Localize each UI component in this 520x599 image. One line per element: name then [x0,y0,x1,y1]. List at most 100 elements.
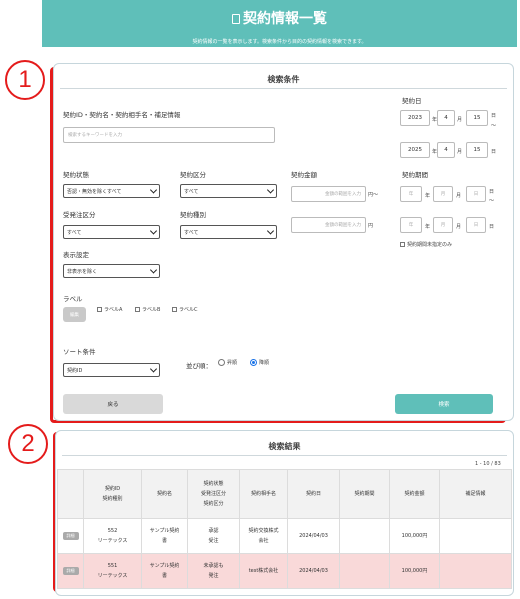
label-checkbox-a[interactable]: ラベルA [97,306,122,313]
status-label: 契約状態 [63,171,89,179]
label-edit-button[interactable]: 編集 [63,307,86,322]
cell-note [439,553,512,589]
contract-kind-select[interactable]: すべて [180,225,277,239]
amount-unit: 円〜 [368,192,379,198]
day-unit: 日 [489,224,495,230]
order-type-label: 受発注区分 [63,211,96,219]
detail-button[interactable]: 詳細 [62,567,79,575]
cell-partner: 契約交換株式 会社 [239,518,288,554]
sort-select[interactable]: 契約ID [63,363,160,377]
divider [62,455,507,456]
status-select[interactable]: 否認・無効を除くすべて [63,184,160,198]
callout-marker-2: 2 [8,424,48,464]
day-unit: 日 [491,149,497,155]
table-row[interactable]: 詳細 551 リーテックス サンプル契約書 未承認も 発注 test株式会社 202… [57,553,512,589]
month-unit: 月 [457,117,463,123]
header-name: 契約名 [141,469,188,519]
cell-status: 承認 受注 [187,518,240,554]
cell-date: 2024/04/03 [287,553,340,589]
cell-id: 552 リーテックス [83,518,142,554]
contract-date-to-year[interactable]: 2025 [400,142,430,158]
display-select[interactable]: 非表示を除く [63,264,160,278]
contract-date-from-day[interactable]: 15 [466,110,488,126]
order-type-select[interactable]: すべて [63,225,160,239]
search-button[interactable]: 検索 [395,394,493,414]
header-note: 補足情報 [439,469,512,519]
day-unit: 日 [491,113,497,119]
chevron-down-icon [266,186,275,194]
sort-label: ソート条件 [63,348,96,356]
period-from-year[interactable]: 年 [400,186,422,202]
period-to-day[interactable]: 日 [466,217,486,233]
category-select[interactable]: すべて [180,184,277,198]
results-table: 契約ID 契約種別 契約名 契約状態 受発注区分 契約区分 契約相手名 契約日 契約期… [57,469,512,589]
document-icon [232,14,240,24]
divider [60,88,507,89]
year-unit: 年 [425,193,431,199]
category-label: 契約区分 [180,171,206,179]
table-header-row: 契約ID 契約種別 契約名 契約状態 受発注区分 契約区分 契約相手名 契約日 契約期… [57,469,512,519]
checkbox-icon [97,307,102,312]
chevron-down-icon [149,186,158,194]
page-title: 契約情報一覧 [42,8,517,28]
sort-order-label: 並び順： [186,362,212,370]
radio-icon [218,359,225,366]
month-unit: 月 [456,224,462,230]
checkbox-icon [400,242,405,247]
range-tilde: 〜 [491,123,497,129]
callout-marker-1: 1 [5,60,45,100]
back-button[interactable]: 戻る [63,394,163,414]
header-partner: 契約相手名 [239,469,288,519]
keyword-input[interactable]: 検索するキーワードを入力 [63,127,275,143]
cell-date: 2024/04/03 [287,518,340,554]
period-to-month[interactable]: 月 [433,217,453,233]
keyword-label: 契約ID・契約名・契約相手名・補足情報 [63,111,181,119]
sort-asc-radio[interactable]: 昇順 [218,359,237,366]
radio-selected-icon [250,359,257,366]
header-detail [57,469,84,519]
detail-button[interactable]: 詳細 [62,532,79,540]
header-status: 契約状態 受発注区分 契約区分 [187,469,240,519]
contract-date-from-month[interactable]: 4 [437,110,455,126]
contract-date-to-day[interactable]: 15 [466,142,488,158]
period-to-year[interactable]: 年 [400,217,422,233]
amount-unit: 円 [368,223,374,229]
display-label: 表示設定 [63,251,89,259]
cell-name: サンプル契約書 [141,553,188,589]
day-unit: 日 [489,189,495,195]
month-unit: 月 [457,149,463,155]
amount-label: 契約金額 [291,171,317,179]
amount-to-input[interactable]: 金額の範囲を入力 [291,217,366,233]
amount-from-input[interactable]: 金額の範囲を入力 [291,186,366,202]
header-period: 契約期間 [339,469,390,519]
cell-name: サンプル契約書 [141,518,188,554]
chevron-down-icon [149,227,158,235]
year-unit: 年 [425,224,431,230]
results-panel-title: 検索結果 [268,442,301,451]
cell-amount: 100,000円 [389,518,440,554]
table-row[interactable]: 詳細 552 リーテックス サンプル契約書 承認 受注 契約交換株式 会社 2024/… [57,518,512,554]
cell-partner: test株式会社 [239,553,288,589]
contract-date-label: 契約日 [402,97,422,105]
period-unset-checkbox[interactable]: 契約期間未指定のみ [400,241,452,248]
cell-amount: 100,000円 [389,553,440,589]
label-checkbox-b[interactable]: ラベルB [135,306,160,313]
month-unit: 月 [456,193,462,199]
period-from-month[interactable]: 月 [433,186,453,202]
page-header: 契約情報一覧 契約情報の一覧を表示します。検索条件から目的の契約情報を検索できま… [42,0,517,47]
checkbox-icon [135,307,140,312]
header-id: 契約ID 契約種別 [83,469,142,519]
label-checkbox-c[interactable]: ラベルC [172,306,198,313]
page-subtitle: 契約情報の一覧を表示します。検索条件から目的の契約情報を検索できます。 [192,39,367,45]
header-amount: 契約金額 [389,469,440,519]
chevron-down-icon [149,365,158,373]
checkbox-icon [172,307,177,312]
cell-id: 551 リーテックス [83,553,142,589]
cell-period [339,518,390,554]
period-from-day[interactable]: 日 [466,186,486,202]
chevron-down-icon [149,266,158,274]
cell-note [439,518,512,554]
sort-desc-radio[interactable]: 降順 [250,359,269,366]
contract-date-from-year[interactable]: 2023 [400,110,430,126]
contract-date-to-month[interactable]: 4 [437,142,455,158]
